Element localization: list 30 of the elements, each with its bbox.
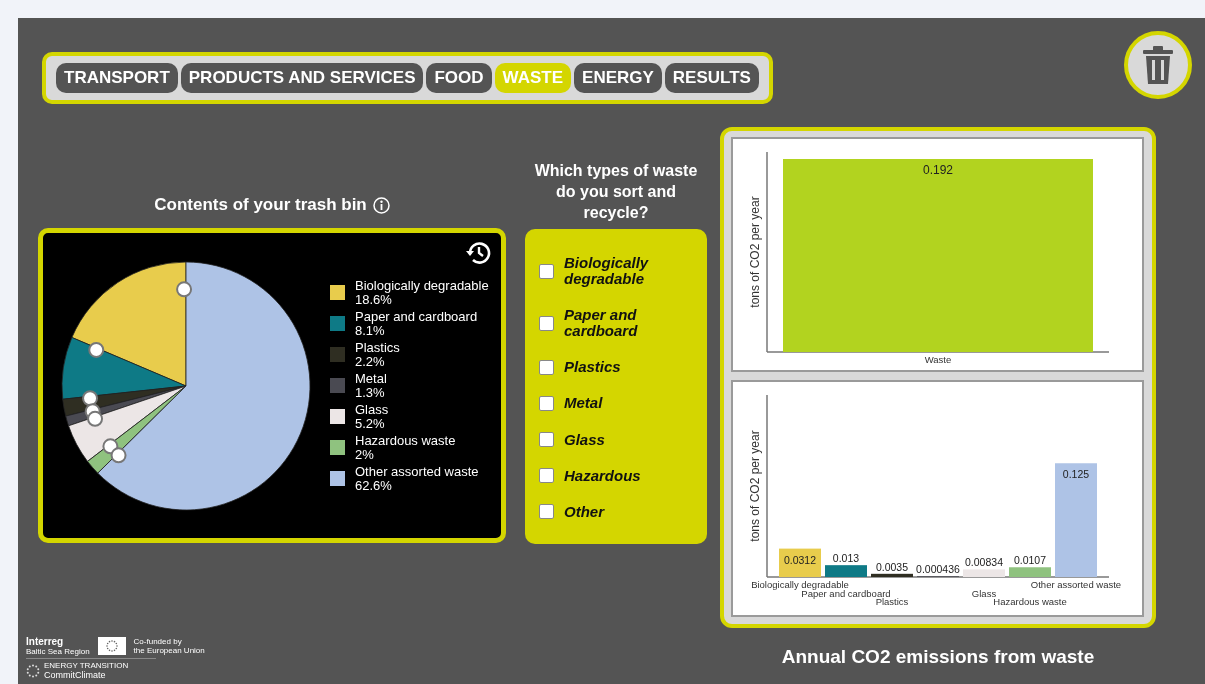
data-label: 0.0107	[1013, 554, 1047, 567]
data-label: 0.0035	[875, 560, 909, 573]
chart-title: Contents of your trash bin	[154, 195, 367, 215]
data-label: 0.00834	[965, 556, 1003, 569]
legend-label: Plastics 2.2%	[355, 340, 400, 369]
legend-label: Hazardous waste 2%	[355, 433, 456, 462]
category-label: Other assorted waste	[1030, 579, 1122, 590]
data-label: 0.000436	[916, 563, 960, 576]
funding-text: Co-funded by the European Union	[133, 637, 205, 655]
data-label: 0.192	[923, 163, 953, 177]
logo-text: Interreg	[26, 636, 65, 647]
category-label: Hazardous waste	[993, 596, 1067, 607]
legend-label: Other assorted waste 62.6%	[355, 464, 479, 493]
question-text: Which types of waste do you sort and recycle?	[533, 161, 699, 223]
legend-label: Glass 5.2%	[355, 402, 389, 431]
axis-label: tons of CO2 per year	[748, 430, 762, 542]
category-label: Waste	[924, 354, 952, 365]
data-label: 0.125	[1062, 468, 1090, 481]
legend-label: Paper and cardboard 8.1%	[355, 309, 478, 338]
data-label: 0.013	[832, 552, 860, 565]
category-label: Plastics	[875, 596, 909, 607]
logo-subtitle: Baltic Sea Region	[26, 647, 90, 656]
legend-label: Metal 1.3%	[355, 371, 387, 400]
axis-label: tons of CO2 per year	[748, 196, 762, 308]
data-label: 0.0312	[783, 553, 817, 566]
logo-text: CommitClimate	[44, 670, 107, 680]
category-label: Glass	[971, 587, 997, 599]
logo-tagline: ENERGY TRANSITION	[44, 661, 129, 670]
legend-label: Biologically degradable 18.6%	[355, 278, 489, 307]
chart-caption: Annual CO2 emissions from waste	[781, 646, 1095, 668]
